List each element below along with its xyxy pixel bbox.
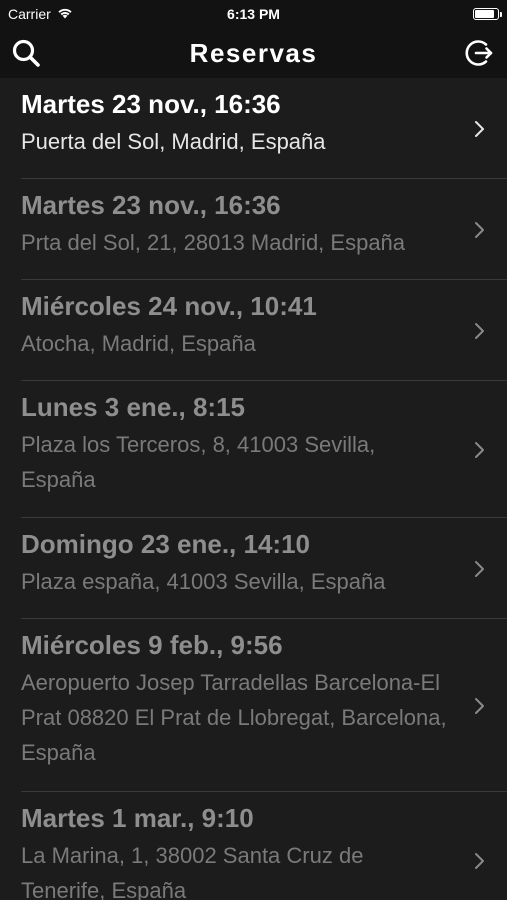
reservation-date: Domingo 23 ene., 14:10 xyxy=(21,529,310,559)
reservation-date: Martes 1 mar., 9:10 xyxy=(21,803,254,833)
reservation-row[interactable]: Miércoles 24 nov., 10:41 Atocha, Madrid,… xyxy=(0,280,507,381)
clock: 6:13 PM xyxy=(227,6,280,22)
reservation-address: Aeropuerto Josep Tarradellas Barcelona-E… xyxy=(21,670,447,765)
reservation-date: Miércoles 9 feb., 9:56 xyxy=(21,630,283,660)
chevron-right-icon xyxy=(475,441,484,458)
chevron-right-icon xyxy=(475,560,484,577)
reservation-row[interactable]: Martes 23 nov., 16:36 Prta del Sol, 21, … xyxy=(0,179,507,280)
logout-button[interactable] xyxy=(462,36,496,70)
reservation-address: Atocha, Madrid, España xyxy=(21,331,256,356)
reservation-row[interactable]: Miércoles 9 feb., 9:56 Aeropuerto Josep … xyxy=(0,619,507,792)
chevron-right-icon xyxy=(475,697,484,714)
reservation-date: Miércoles 24 nov., 10:41 xyxy=(21,291,317,321)
reservation-row[interactable]: Domingo 23 ene., 14:10 Plaza españa, 410… xyxy=(0,518,507,619)
chevron-right-icon xyxy=(475,322,484,339)
reservation-row[interactable]: Martes 1 mar., 9:10 La Marina, 1, 38002 … xyxy=(0,792,507,900)
reservation-address: Plaza los Terceros, 8, 41003 Sevilla, Es… xyxy=(21,432,376,492)
reservation-date: Martes 23 nov., 16:36 xyxy=(21,190,281,220)
reservation-address: Plaza españa, 41003 Sevilla, España xyxy=(21,569,386,594)
navigation-bar: Reservas xyxy=(0,28,507,78)
reservation-address: Prta del Sol, 21, 28013 Madrid, España xyxy=(21,230,406,255)
chevron-right-icon xyxy=(475,221,484,238)
reservation-date: Martes 23 nov., 16:36 xyxy=(21,89,281,119)
reservation-address: Puerta del Sol, Madrid, España xyxy=(21,129,326,154)
chevron-right-icon xyxy=(475,852,484,869)
chevron-right-icon xyxy=(475,120,484,137)
reservations-list[interactable]: Martes 23 nov., 16:36 Puerta del Sol, Ma… xyxy=(0,78,507,900)
reservation-date: Lunes 3 ene., 8:15 xyxy=(21,392,245,422)
status-bar: Carrier 6:13 PM xyxy=(0,0,507,28)
reservation-row[interactable]: Martes 23 nov., 16:36 Puerta del Sol, Ma… xyxy=(0,78,507,179)
reservation-address: La Marina, 1, 38002 Santa Cruz de Teneri… xyxy=(21,843,364,900)
page-title: Reservas xyxy=(189,37,318,68)
reservation-row[interactable]: Lunes 3 ene., 8:15 Plaza los Terceros, 8… xyxy=(0,381,507,518)
battery-icon xyxy=(473,8,502,20)
logout-icon xyxy=(465,40,493,66)
search-button[interactable] xyxy=(9,36,43,70)
search-icon xyxy=(12,39,40,67)
